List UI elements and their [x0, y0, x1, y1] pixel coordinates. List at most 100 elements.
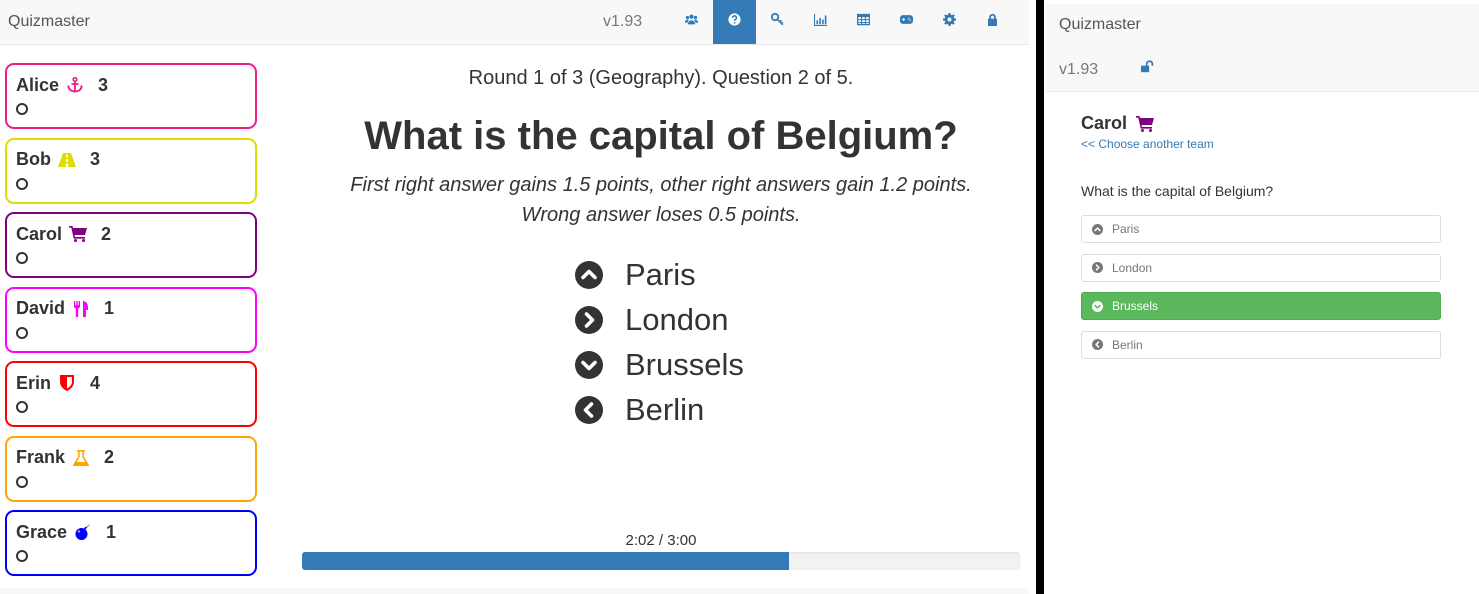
chevron-down-circle-icon: [575, 350, 603, 379]
answer-label: London: [1112, 260, 1153, 275]
anchor-icon: [66, 76, 84, 93]
brand[interactable]: Quizmaster: [8, 13, 90, 31]
answer-label: London: [625, 301, 729, 337]
top-navbar: Quizmaster v1.93: [0, 0, 1029, 45]
nav-settings-button[interactable]: [928, 0, 971, 44]
question-icon: [728, 13, 741, 31]
timer-label: 2:02 / 3:00: [625, 532, 697, 549]
team-score: 1: [106, 521, 117, 542]
answer-status-indicator: [16, 177, 28, 190]
nav-icon-bar: [670, 0, 1014, 44]
team-name: Carol: [16, 223, 63, 244]
scoring-rule-right: First right answer gains 1.5 points, oth…: [350, 174, 972, 196]
flask-icon: [72, 449, 90, 466]
team-card-grace[interactable]: Grace 1: [5, 510, 257, 576]
round-info: Round 1 of 3 (Geography). Question 2 of …: [468, 67, 854, 89]
answer-options: Paris London Brussels Berlin: [1081, 215, 1441, 369]
answer-status-indicator: [16, 401, 28, 413]
team-navbar: Quizmaster v1.93: [1046, 4, 1479, 92]
team-score: 3: [90, 149, 101, 169]
scoring-rule-wrong: Wrong answer loses 0.5 points.: [521, 204, 801, 226]
team-name: Grace: [16, 521, 68, 542]
team-name: Bob: [16, 149, 51, 169]
team-card-frank[interactable]: Frank 2: [5, 435, 257, 502]
answer-option: Berlin: [575, 387, 744, 432]
team-name: Frank: [16, 447, 66, 467]
team-device-view: Quizmaster v1.93 Carol << Choose another…: [1044, 0, 1479, 594]
chevron-up-circle-icon: [575, 260, 603, 289]
panel-divider: [1036, 0, 1044, 594]
nav-gamepad-button[interactable]: [885, 0, 928, 44]
team-name: Carol: [1081, 113, 1128, 133]
answer-option: Paris: [575, 252, 744, 297]
version-label: v1.93: [1059, 61, 1099, 78]
answer-button-london[interactable]: London: [1081, 253, 1441, 282]
answer-list: Paris London Brussels Berlin: [575, 252, 744, 432]
choose-another-team-link[interactable]: << Choose another team: [1081, 137, 1214, 151]
team-score: 2: [101, 223, 112, 244]
team-card-alice[interactable]: Alice 3: [5, 63, 257, 129]
answer-status-indicator: [16, 103, 28, 115]
question-text: What is the capital of Belgium?: [1081, 183, 1274, 199]
key-icon: [770, 12, 784, 31]
gear-icon: [943, 13, 956, 31]
answer-label: Berlin: [1112, 337, 1143, 352]
answer-button-berlin[interactable]: Berlin: [1081, 330, 1441, 359]
answer-status-indicator: [16, 326, 28, 339]
team-name: Erin: [16, 372, 52, 393]
timer-progress: [302, 552, 1020, 570]
chevron-right-circle-icon: [575, 305, 603, 334]
shopping-cart-icon: [69, 226, 88, 242]
chevron-left-circle-icon: [575, 395, 603, 424]
question-title: What is the capital of Belgium?: [364, 114, 958, 158]
answer-button-brussels[interactable]: Brussels: [1081, 292, 1441, 320]
team-card-bob[interactable]: Bob 3: [5, 137, 257, 204]
team-list: Alice 3 Bob 3 Carol 2 David 1 Erin 4 Fra…: [5, 63, 257, 585]
brand[interactable]: Quizmaster: [1059, 16, 1141, 34]
team-name: Alice: [16, 74, 60, 95]
shopping-cart-icon: [1136, 115, 1155, 132]
team-score: 3: [98, 74, 109, 95]
team-score: 1: [104, 298, 115, 318]
team-card-erin[interactable]: Erin 4: [5, 361, 257, 427]
cutlery-icon: [72, 300, 90, 317]
bottom-footer: [0, 588, 1029, 594]
nav-key-button[interactable]: [756, 0, 799, 44]
answer-label: Brussels: [625, 346, 744, 382]
chevron-right-circle-icon: [1092, 262, 1103, 273]
team-score: 2: [104, 447, 115, 467]
team-score: 4: [90, 372, 101, 393]
answer-status-indicator: [16, 252, 28, 264]
team-name: David: [16, 298, 66, 318]
team-card-carol[interactable]: Carol 2: [5, 212, 257, 278]
chevron-left-circle-icon: [1092, 339, 1103, 350]
table-icon: [857, 13, 870, 31]
chevron-down-circle-icon: [1092, 300, 1103, 312]
answer-status-indicator: [16, 475, 28, 488]
lock-icon: [986, 13, 999, 31]
answer-label: Paris: [625, 256, 696, 292]
nav-question-button[interactable]: [713, 0, 756, 44]
version-label: v1.93: [603, 13, 643, 30]
nav-chart-button[interactable]: [799, 0, 842, 44]
answer-label: Brussels: [1112, 299, 1159, 313]
answer-button-paris[interactable]: Paris: [1081, 215, 1441, 243]
answer-option: London: [575, 297, 744, 342]
answer-option: Brussels: [575, 342, 744, 387]
unlock-icon[interactable]: [1141, 60, 1154, 73]
shield-icon: [58, 375, 76, 391]
nav-teams-button[interactable]: [670, 0, 713, 44]
chart-icon: [814, 13, 827, 31]
scoring-rules: First right answer gains 1.5 points, oth…: [300, 170, 1022, 230]
answer-label: Paris: [1112, 222, 1140, 236]
answer-status-indicator: [16, 550, 28, 562]
quizmaster-display: Quizmaster v1.93 Alice 3 Bob 3 Carol 2 D…: [0, 0, 1036, 594]
timer-progress-fill: [302, 552, 789, 570]
gamepad-icon: [900, 13, 913, 31]
bomb-icon: [74, 524, 92, 540]
nav-table-button[interactable]: [842, 0, 885, 44]
chevron-up-circle-icon: [1092, 223, 1103, 235]
answer-label: Berlin: [625, 391, 705, 427]
nav-lock-button[interactable]: [971, 0, 1014, 44]
team-card-david[interactable]: David 1: [5, 286, 257, 353]
